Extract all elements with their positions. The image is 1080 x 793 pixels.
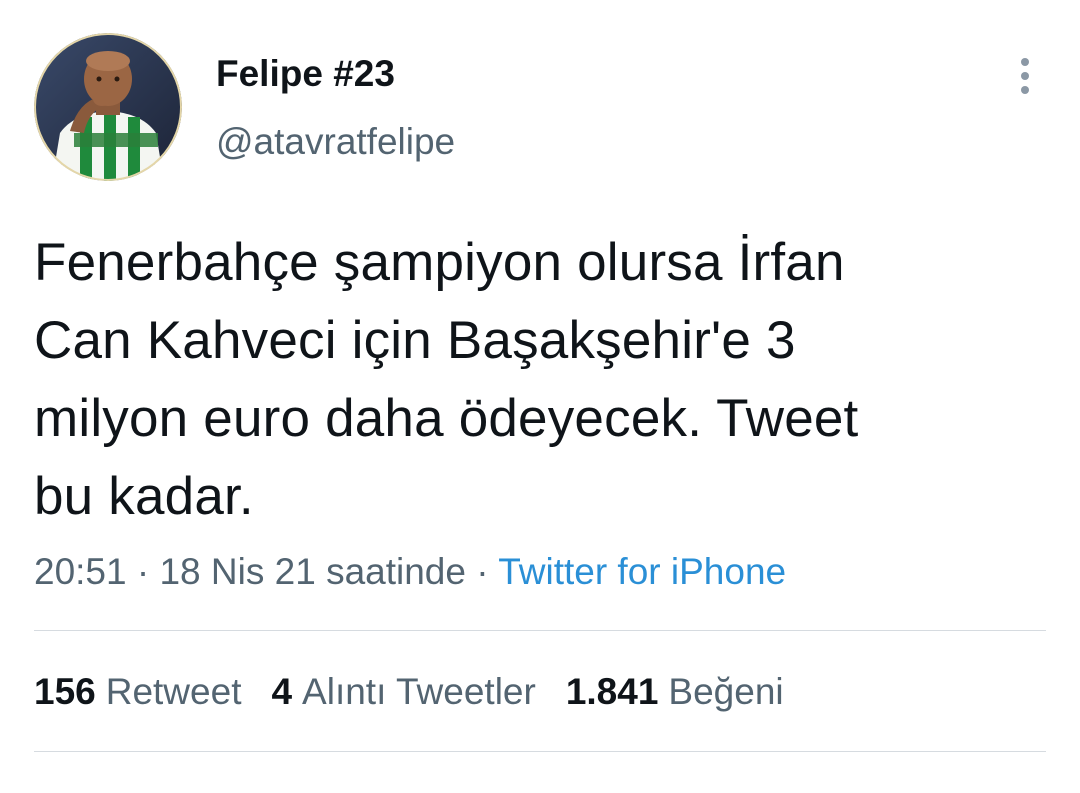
quotes-count: 4	[271, 671, 293, 712]
divider	[34, 751, 1046, 752]
tweet-date[interactable]: 18 Nis 21 saatinde	[159, 551, 465, 592]
tweet-stats: 156 Retweet 4 Alıntı Tweetler 1.841 Beğeni	[34, 669, 814, 715]
retweets-label: Retweet	[105, 671, 242, 712]
tweet-text: Fenerbahçe şampiyon olursa İrfan Can Kah…	[34, 224, 1044, 536]
divider	[34, 630, 1046, 631]
tweet-line: Fenerbahçe şampiyon olursa İrfan	[34, 233, 845, 292]
retweets-stat[interactable]: 156 Retweet	[34, 669, 241, 715]
profile-photo-icon	[34, 33, 182, 181]
quote-tweets-stat[interactable]: 4 Alıntı Tweetler	[271, 669, 535, 715]
tweet-line: Can Kahveci için Başakşehir'e 3	[34, 311, 796, 370]
more-vertical-icon	[1021, 58, 1029, 94]
likes-label: Beğeni	[668, 671, 784, 712]
tweet-metadata: 20:51 · 18 Nis 21 saatinde · Twitter for…	[34, 549, 786, 595]
likes-stat[interactable]: 1.841 Beğeni	[566, 669, 784, 715]
user-handle[interactable]: @atavratfelipe	[216, 120, 455, 164]
meta-separator: ·	[126, 551, 160, 592]
quotes-label: Alıntı Tweetler	[302, 671, 536, 712]
more-options-button[interactable]	[1004, 52, 1046, 100]
retweets-count: 156	[34, 671, 96, 712]
meta-separator: ·	[465, 551, 499, 592]
tweet-line: bu kadar.	[34, 467, 254, 526]
tweet-source-link[interactable]: Twitter for iPhone	[498, 551, 786, 592]
tweet-line: milyon euro daha ödeyecek. Tweet	[34, 389, 859, 448]
avatar[interactable]	[34, 33, 182, 181]
tweet-time[interactable]: 20:51	[34, 551, 127, 592]
tweet-detail: Felipe #23 @atavratfelipe Fenerbahçe şam…	[0, 0, 1080, 793]
display-name[interactable]: Felipe #23	[216, 52, 395, 96]
likes-count: 1.841	[565, 671, 659, 712]
